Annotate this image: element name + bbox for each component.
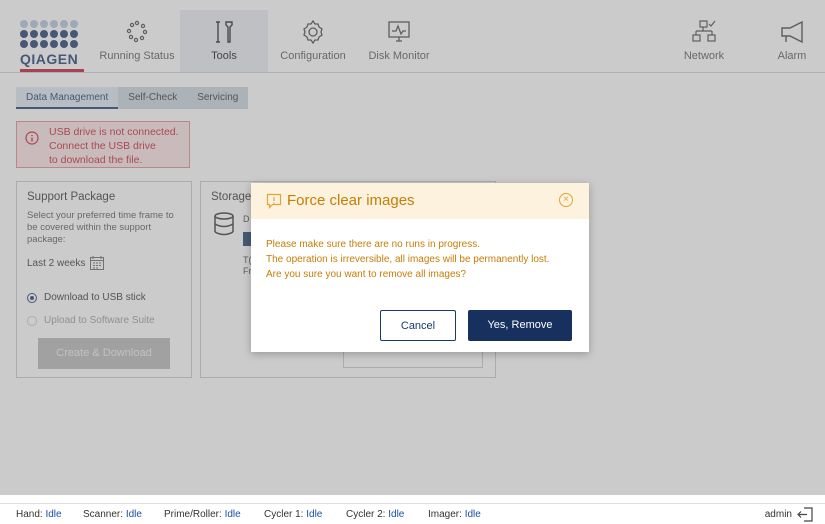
status-imager: Imager: Idle: [428, 509, 481, 520]
status-bar: Hand: Idle Scanner: Idle Prime/Roller: I…: [0, 503, 825, 524]
status-scanner: Scanner: Idle: [83, 509, 142, 520]
yes-remove-button[interactable]: Yes, Remove: [468, 310, 572, 341]
status-prime-roller: Prime/Roller: Idle: [164, 509, 241, 520]
status-hand: Hand: Idle: [16, 509, 62, 520]
logout-icon[interactable]: [797, 507, 813, 522]
close-icon[interactable]: ×: [559, 193, 573, 207]
warning-comment-icon: [266, 193, 282, 209]
dialog-title: Force clear images: [287, 192, 415, 209]
force-clear-dialog: Force clear images × Please make sure th…: [251, 183, 589, 352]
cancel-button[interactable]: Cancel: [380, 310, 456, 341]
current-user: admin: [764, 509, 792, 520]
dialog-message: Please make sure there are no runs in pr…: [266, 239, 550, 280]
status-cycler-2: Cycler 2: Idle: [346, 509, 405, 520]
dialog-header: Force clear images ×: [251, 183, 589, 219]
status-cycler-1: Cycler 1: Idle: [264, 509, 323, 520]
